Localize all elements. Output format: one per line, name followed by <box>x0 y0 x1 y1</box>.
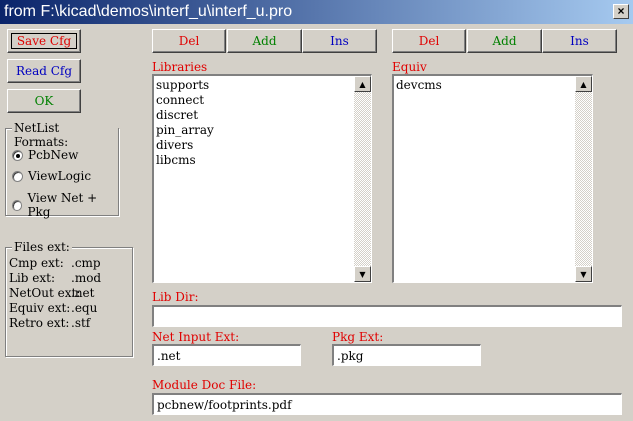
ext-value: .mod <box>71 271 102 285</box>
radio-viewlogic-label: ViewLogic <box>28 169 92 183</box>
ext-name: Cmp ext: <box>9 256 64 270</box>
ext-value: .stf <box>71 316 91 330</box>
libraries-ins-label: Ins <box>330 34 349 48</box>
libraries-label: Libraries <box>152 60 208 74</box>
scroll-up-button[interactable]: ▲ <box>354 76 371 92</box>
lib-dir-input[interactable] <box>152 305 622 327</box>
libraries-listbox[interactable]: supports connect discret pin_array diver… <box>152 74 372 283</box>
files-ext-group: Files ext: Cmp ext: .cmp Lib ext: .mod N… <box>5 240 133 357</box>
radio-selected-dot <box>16 153 20 158</box>
list-item[interactable]: supports <box>156 78 351 93</box>
radio-view-net-pkg-label: View Net + Pkg <box>27 191 98 219</box>
list-item[interactable]: divers <box>156 138 351 153</box>
scroll-down-button[interactable]: ▼ <box>354 266 371 282</box>
ext-name: Retro ext: <box>9 316 70 330</box>
chevron-down-icon: ▼ <box>580 269 587 279</box>
chevron-up-icon: ▲ <box>580 79 587 89</box>
equiv-listbox[interactable]: devcms ▲ ▼ <box>392 74 593 283</box>
netlist-formats-title: NetList Formats: <box>12 121 118 149</box>
module-doc-file-label: Module Doc File: <box>152 378 257 392</box>
read-cfg-button[interactable]: Read Cfg <box>7 59 81 83</box>
libraries-add-label: Add <box>252 34 277 48</box>
ext-value: .net <box>71 286 95 300</box>
save-cfg-label: Save Cfg <box>16 34 72 48</box>
ext-name: Equiv ext: <box>9 301 71 315</box>
ext-name: Lib ext: <box>9 271 56 285</box>
equiv-scrollbar[interactable]: ▲ ▼ <box>575 76 592 282</box>
libraries-scrollbar[interactable]: ▲ ▼ <box>354 76 371 282</box>
equiv-del-button[interactable]: Del <box>392 29 466 53</box>
ext-name: NetOut ext: <box>9 286 81 300</box>
list-item[interactable]: libcms <box>156 153 351 168</box>
equiv-add-button[interactable]: Add <box>467 29 542 53</box>
radio-pcbnew-label: PcbNew <box>28 148 79 162</box>
ok-button[interactable]: OK <box>7 89 81 113</box>
ext-value: .cmp <box>71 256 101 270</box>
lib-dir-label: Lib Dir: <box>152 290 199 304</box>
net-input-ext-label: Net Input Ext: <box>152 330 240 344</box>
libraries-del-label: Del <box>178 34 200 48</box>
radio-view-net-pkg[interactable]: View Net + Pkg <box>12 191 118 219</box>
chevron-up-icon: ▲ <box>359 79 366 89</box>
close-button[interactable]: × <box>613 4 629 19</box>
radio-viewlogic[interactable]: ViewLogic <box>12 169 91 183</box>
radio-button-icon <box>12 149 23 161</box>
files-ext-row: Cmp ext: .cmp <box>9 256 129 271</box>
files-ext-row: Equiv ext: .equ <box>9 301 129 316</box>
libraries-ins-button[interactable]: Ins <box>302 29 377 53</box>
ext-value: .equ <box>71 301 98 315</box>
ok-label: OK <box>34 94 54 108</box>
pkg-ext-input[interactable]: .pkg <box>332 344 481 366</box>
libraries-add-button[interactable]: Add <box>227 29 302 53</box>
module-doc-file-input[interactable]: pcbnew/footprints.pdf <box>152 393 622 415</box>
radio-button-icon <box>12 199 23 211</box>
save-cfg-button[interactable]: Save Cfg <box>7 29 81 53</box>
files-ext-row: Retro ext: .stf <box>9 316 129 331</box>
pkg-ext-label: Pkg Ext: <box>332 330 384 344</box>
equiv-label: Equiv <box>392 60 427 74</box>
equiv-del-label: Del <box>418 34 440 48</box>
equiv-ins-button[interactable]: Ins <box>542 29 617 53</box>
radio-pcbnew[interactable]: PcbNew <box>12 148 78 162</box>
window-title-bar[interactable]: from F:\kicad\demos\interf_u\interf_u.pr… <box>0 0 633 24</box>
files-ext-row: NetOut ext: .net <box>9 286 129 301</box>
libraries-del-button[interactable]: Del <box>152 29 226 53</box>
list-item[interactable]: pin_array <box>156 123 351 138</box>
chevron-down-icon: ▼ <box>359 269 366 279</box>
netlist-formats-group: NetList Formats: PcbNew ViewLogic View N… <box>5 121 119 219</box>
list-item[interactable]: discret <box>156 108 351 123</box>
list-item[interactable]: connect <box>156 93 351 108</box>
close-icon: × <box>617 4 625 18</box>
net-input-ext-input[interactable]: .net <box>152 344 301 366</box>
equiv-ins-label: Ins <box>570 34 589 48</box>
read-cfg-label: Read Cfg <box>15 64 73 78</box>
files-ext-title: Files ext: <box>12 240 72 254</box>
equiv-add-label: Add <box>492 34 517 48</box>
scroll-down-button[interactable]: ▼ <box>575 266 592 282</box>
window-title: from F:\kicad\demos\interf_u\interf_u.pr… <box>4 3 293 20</box>
list-item[interactable]: devcms <box>396 78 572 93</box>
radio-button-icon <box>12 170 23 182</box>
scroll-up-button[interactable]: ▲ <box>575 76 592 92</box>
files-ext-row: Lib ext: .mod <box>9 271 129 286</box>
